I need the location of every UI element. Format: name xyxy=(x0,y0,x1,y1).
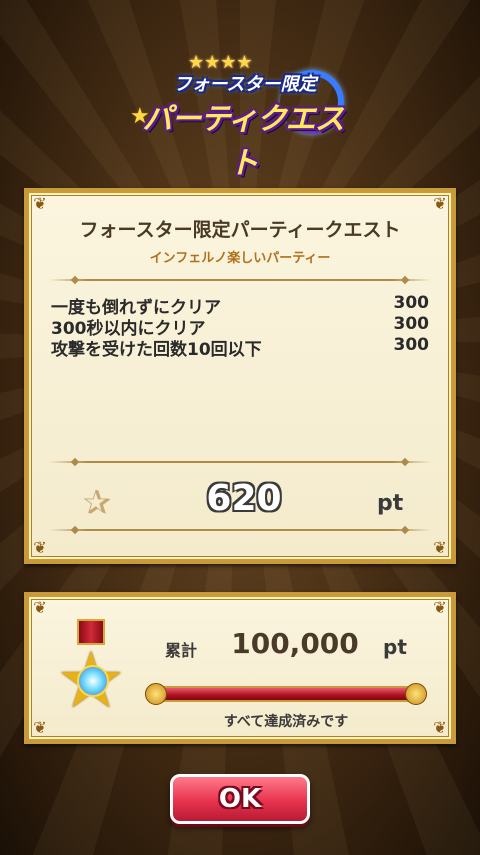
quest-title: フォースター限定パーティークエスト xyxy=(79,219,401,241)
total-label: 累計 xyxy=(165,641,198,660)
corner-ornament-icon: ❦ xyxy=(33,598,47,617)
condition-points: 300 xyxy=(393,293,430,313)
quest-logo: ★★★★ ★ フォースター限定 パーティクエスト xyxy=(130,52,350,181)
star-medal-icon: ★ xyxy=(51,619,131,729)
corner-ornament-icon: ❦ xyxy=(33,718,47,737)
logo-line1: フォースター限定 xyxy=(173,74,317,95)
total-progress-bar xyxy=(145,683,427,705)
condition-row: 攻撃を受けた回数10回以下 300 xyxy=(51,335,430,360)
corner-ornament-icon: ❦ xyxy=(33,194,47,213)
progress-track xyxy=(155,686,417,702)
progress-cap-right xyxy=(405,683,427,705)
quest-result-panel: ❦ ❦ ❦ ❦ フォースター限定パーティークエスト インフェルノ楽しいパーティー… xyxy=(24,188,456,564)
medal-gem xyxy=(77,665,109,697)
condition-points: 300 xyxy=(393,314,430,334)
corner-ornament-icon: ❦ xyxy=(433,194,447,213)
condition-label: 300秒以内にクリア xyxy=(51,319,206,339)
ok-button[interactable]: OK xyxy=(170,774,310,824)
corner-ornament-icon: ❦ xyxy=(433,538,447,557)
condition-row: 一度も倒れずにクリア 300 xyxy=(51,293,430,318)
corner-ornament-icon: ❦ xyxy=(33,538,47,557)
total-points-panel: ❦ ❦ ❦ ❦ ★ 累計 100,000 pt すべて達成済みです xyxy=(24,592,456,744)
logo-line2: パーティクエスト xyxy=(142,102,344,181)
divider xyxy=(49,461,431,463)
earned-points-unit: pt xyxy=(377,491,404,516)
condition-label: 攻撃を受けた回数10回以下 xyxy=(51,340,262,360)
quest-subtitle: インフェルノ楽しいパーティー xyxy=(149,251,331,266)
total-value: 100,000 xyxy=(231,627,359,660)
progress-fill xyxy=(157,688,415,700)
condition-row: 300秒以内にクリア 300 xyxy=(51,314,430,339)
total-unit: pt xyxy=(383,635,407,659)
earned-points-value: 620 xyxy=(206,478,282,519)
divider xyxy=(49,279,431,281)
completion-status-text: すべて達成済みです xyxy=(223,714,349,730)
corner-ornament-icon: ❦ xyxy=(433,718,447,737)
condition-points: 300 xyxy=(393,335,430,355)
divider xyxy=(49,529,431,531)
corner-ornament-icon: ❦ xyxy=(433,598,447,617)
progress-cap-left xyxy=(145,683,167,705)
star-swoosh-icon: ✰ xyxy=(82,483,112,523)
condition-label: 一度も倒れずにクリア xyxy=(51,298,221,318)
